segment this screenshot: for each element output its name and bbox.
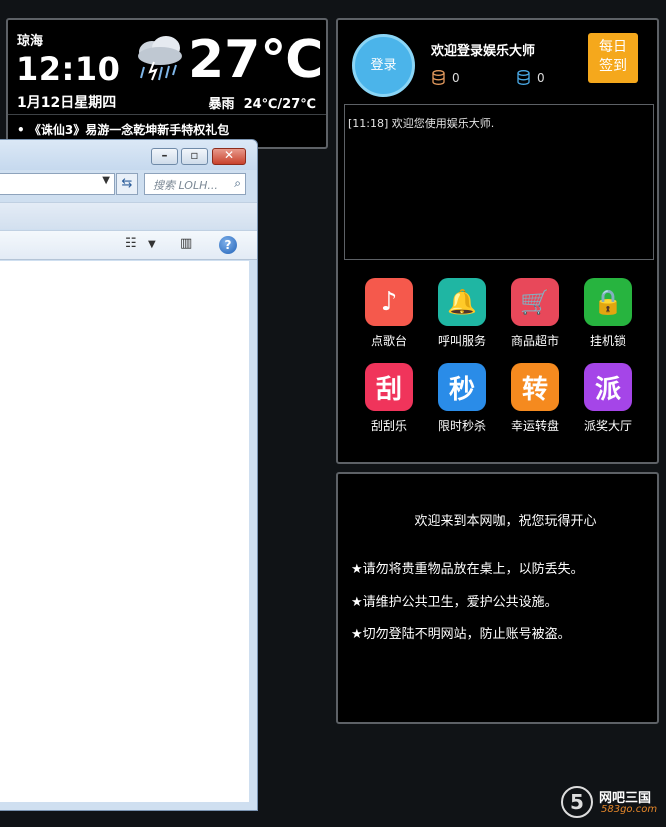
- help-icon[interactable]: ?: [219, 236, 237, 254]
- weather-condition: 暴雨 24℃/27℃: [209, 93, 317, 112]
- signin-label-line2: 签到: [599, 58, 627, 74]
- preview-pane-icon[interactable]: ▥: [180, 236, 192, 251]
- logo-mark: 5: [561, 786, 593, 818]
- signin-label-line1: 每日: [599, 39, 627, 55]
- notice-rule: ★请维护公共卫生，爱护公共设施。: [351, 595, 558, 610]
- coin-value: 0: [452, 70, 460, 85]
- app-song-request[interactable]: ♪ 点歌台: [352, 278, 426, 349]
- weather-range: 24℃/27℃: [243, 97, 316, 112]
- weather-city: 琼海: [17, 34, 44, 49]
- lucky-wheel-icon: 转: [511, 363, 559, 411]
- lock-icon: 🔒: [584, 278, 632, 326]
- explorer-window: – ▫ ✕ ▼ ⇆ 搜索 LOLH... ⌕ ☷ ▼ ▥ ?: [0, 139, 258, 811]
- notice-title: 欢迎来到本网咖，祝您玩得开心: [414, 514, 597, 529]
- notice-rule: ★请勿将贵重物品放在桌上，以防丢失。: [351, 562, 584, 577]
- coin-balance: 0: [432, 70, 460, 85]
- music-note-icon: ♪: [365, 278, 413, 326]
- scratch-card-icon: 刮: [365, 363, 413, 411]
- coin-stack-icon: [432, 70, 445, 85]
- app-label: 派奖大厅: [583, 419, 632, 433]
- view-options-icon[interactable]: ☷: [125, 236, 137, 251]
- message-log: [11:18] 欢迎您使用娱乐大师.: [344, 104, 654, 260]
- minimize-button[interactable]: –: [151, 148, 178, 165]
- app-scratch-card[interactable]: 刮 刮刮乐: [352, 363, 426, 434]
- app-idle-lock[interactable]: 🔒 挂机锁: [571, 278, 645, 349]
- login-button[interactable]: 登录: [352, 34, 415, 97]
- app-flash-sale[interactable]: 秒 限时秒杀: [425, 363, 499, 434]
- maximize-button[interactable]: ▫: [181, 148, 208, 165]
- app-lucky-wheel[interactable]: 转 幸运转盘: [498, 363, 572, 434]
- news-ticker-link[interactable]: • 《诛仙3》易游一念乾坤新手特权礼包: [17, 121, 229, 138]
- weather-time: 12:10: [16, 50, 121, 88]
- welcome-text: 欢迎登录娱乐大师: [431, 44, 536, 59]
- daily-signin-button[interactable]: 每日 签到: [588, 33, 638, 83]
- maximize-icon: ▫: [190, 148, 199, 162]
- app-label: 挂机锁: [589, 334, 626, 348]
- app-prize-hall[interactable]: 派 派奖大厅: [571, 363, 645, 434]
- weather-widget: 琼海 12:10 1月12日星期四 27℃ 暴雨 24℃/27℃ • 《诛仙3》…: [6, 18, 328, 149]
- file-list-area[interactable]: [0, 261, 249, 802]
- prize-hall-icon: 派: [584, 363, 632, 411]
- weather-date: 1月12日星期四: [17, 95, 117, 111]
- flash-sale-icon: 秒: [438, 363, 486, 411]
- close-icon: ✕: [223, 148, 235, 162]
- watermark-logo: 5 网吧三国 583go.com: [561, 782, 665, 822]
- points-value: 0: [537, 70, 545, 85]
- user-panel: 登录 欢迎登录娱乐大师 0 0 每日 签到 [11:18] 欢迎您使用娱乐大师.…: [336, 18, 659, 464]
- window-titlebar[interactable]: – ▫ ✕: [0, 140, 257, 170]
- app-label: 刮刮乐: [370, 419, 407, 433]
- search-placeholder: 搜索 LOLH...: [153, 179, 218, 192]
- notice-rule: ★切勿登陆不明网站，防止账号被盗。: [351, 627, 571, 642]
- chevron-down-icon[interactable]: ▼: [102, 175, 110, 186]
- close-button[interactable]: ✕: [212, 148, 246, 165]
- app-label: 限时秒杀: [437, 419, 486, 433]
- app-label: 点歌台: [370, 334, 407, 348]
- search-input[interactable]: 搜索 LOLH... ⌕: [144, 173, 246, 195]
- rain-cloud-icon: [138, 36, 182, 81]
- menu-bar: [0, 202, 257, 229]
- points-balance: 0: [517, 70, 545, 85]
- refresh-icon: ⇆: [121, 176, 133, 191]
- app-call-service[interactable]: 🔔 呼叫服务: [425, 278, 499, 349]
- logo-url: 583go.com: [601, 804, 658, 815]
- refresh-button[interactable]: ⇆: [116, 173, 138, 195]
- app-label: 幸运转盘: [510, 419, 559, 433]
- points-stack-icon: [517, 70, 530, 85]
- weather-temperature: 27℃: [188, 30, 324, 90]
- divider: [8, 114, 326, 115]
- bell-icon: 🔔: [438, 278, 486, 326]
- minimize-icon: –: [161, 148, 168, 162]
- command-toolbar: ☷ ▼ ▥ ?: [0, 230, 257, 260]
- app-label: 商品超市: [510, 334, 559, 348]
- notice-panel: 欢迎来到本网咖，祝您玩得开心 ★请勿将贵重物品放在桌上，以防丢失。 ★请维护公共…: [336, 472, 659, 724]
- app-label: 呼叫服务: [437, 334, 486, 348]
- address-bar[interactable]: ▼: [0, 173, 115, 195]
- chevron-down-icon[interactable]: ▼: [148, 239, 156, 250]
- weather-condition-text: 暴雨: [208, 97, 235, 112]
- app-supermarket[interactable]: 🛒 商品超市: [498, 278, 572, 349]
- search-icon[interactable]: ⌕: [234, 176, 241, 191]
- shopping-cart-icon: 🛒: [511, 278, 559, 326]
